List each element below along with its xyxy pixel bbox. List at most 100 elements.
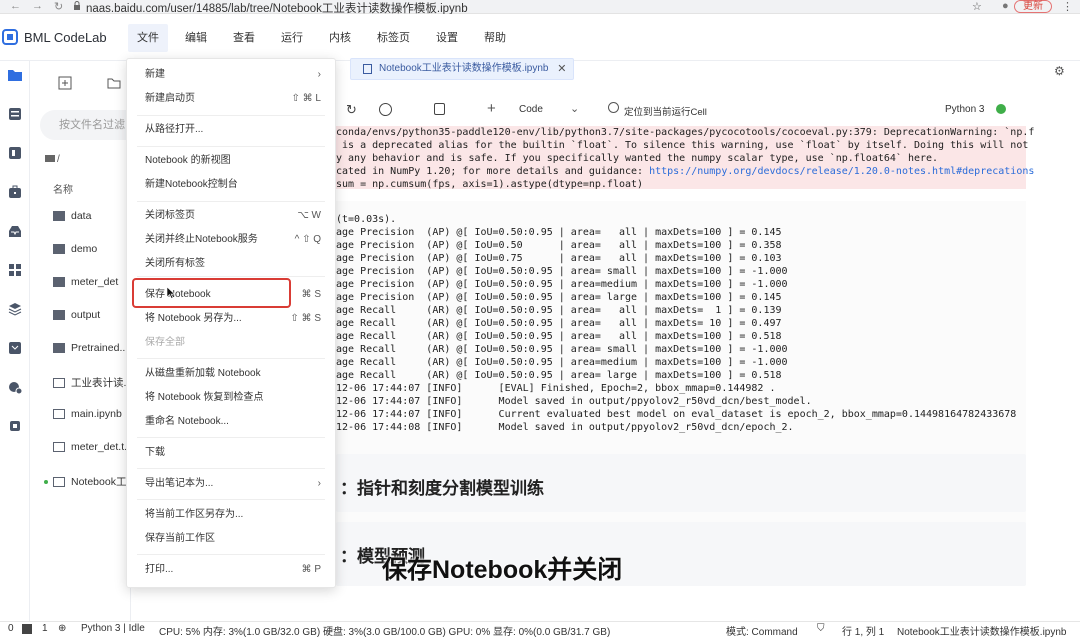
menu-item-new[interactable]: 新建 › — [127, 64, 335, 86]
chevron-down-icon[interactable]: ⌄ — [570, 102, 579, 115]
chevron-right-icon: › — [317, 69, 321, 80]
file-item[interactable]: data — [53, 210, 91, 228]
resource-usage: CPU: 5% 内存: 3%(1.0 GB/32.0 GB) 硬盘: 3%(3.… — [159, 627, 611, 638]
shortcut: ⇧ ⌘ L — [291, 93, 322, 104]
activity-rail — [0, 61, 30, 621]
breadcrumb[interactable]: / — [45, 154, 60, 165]
menu-tabs[interactable]: 标签页 — [368, 24, 419, 52]
menu-item-save-all: 保存全部 — [145, 337, 185, 348]
inbox-icon[interactable] — [7, 223, 23, 239]
text-file-icon — [53, 442, 65, 453]
status-count-b[interactable]: 1 — [42, 623, 48, 634]
menu-item-download[interactable]: 下载 — [127, 442, 335, 464]
file-item[interactable]: demo — [53, 243, 97, 261]
tab-notebook[interactable]: Notebook工业表计读数操作模板.ipynb ✕ — [350, 58, 574, 80]
file-item[interactable]: 工业表计读... — [53, 375, 132, 393]
new-folder-icon[interactable] — [107, 76, 121, 90]
menu-item-save-as[interactable]: 将 Notebook 另存为... ⇧ ⌘ S — [127, 308, 335, 330]
shortcut: ⌘ S — [301, 289, 321, 300]
menu-item-new-console[interactable]: 新建Notebook控制台 — [127, 174, 335, 196]
menu-item-close-and-shutdown[interactable]: 关闭并终止Notebook服务 ^ ⇧ Q — [127, 229, 335, 251]
menu-run[interactable]: 运行 — [272, 24, 312, 52]
file-item[interactable]: main.ipynb — [53, 408, 122, 426]
commands-icon[interactable] — [7, 145, 23, 161]
menu-item-save-workspace-as[interactable]: 将当前工作区另存为... — [127, 504, 335, 526]
running-icon[interactable] — [7, 106, 23, 122]
interrupt-icon[interactable] — [379, 103, 392, 116]
menu-item-new-launcher[interactable]: 新建启动页 ⇧ ⌘ L — [127, 88, 335, 110]
file-item[interactable]: meter_det.t... — [53, 441, 133, 459]
lock-icon — [74, 1, 80, 10]
menu-item-reload-from-disk[interactable]: 从磁盘重新加载 Notebook — [127, 363, 335, 385]
menu-settings[interactable]: 设置 — [427, 24, 467, 52]
shortcut: ^ ⇧ Q — [294, 234, 321, 245]
add-cell-icon[interactable]: + — [487, 100, 496, 117]
cursor-position[interactable]: 行 1, 列 1 — [842, 623, 884, 638]
menu-kernel[interactable]: 内核 — [320, 24, 360, 52]
menu-item-save-workspace[interactable]: 保存当前工作区 — [127, 528, 335, 550]
restart-kernel-icon[interactable]: ↻ — [346, 102, 357, 118]
menu-item-close-all[interactable]: 关闭所有标签 — [127, 253, 335, 275]
output-line: age Precision (AP) @[ IoU=0.50:0.95 | ar… — [336, 266, 788, 277]
menu-item-open-from-path[interactable]: 从路径打开... — [127, 119, 335, 141]
mode-indicator: 模式: Command — [726, 627, 798, 638]
markdown-cell[interactable]: ：指针和刻度分割模型训练 — [336, 454, 1026, 512]
notebook-tab-icon — [363, 64, 372, 74]
locate-icon[interactable] — [608, 102, 619, 113]
column-header-name[interactable]: 名称 — [53, 181, 73, 196]
folder-icon[interactable] — [7, 67, 23, 83]
output-line: age Recall (AR) @[ IoU=0.50:0.95 | area=… — [336, 370, 782, 381]
shortcut: ⌘ P — [301, 564, 321, 575]
cell-type-select[interactable]: Code — [519, 104, 543, 115]
file-item[interactable]: output — [53, 309, 100, 327]
menu-item-revert-to-checkpoint[interactable]: 将 Notebook 恢复到检查点 — [127, 387, 335, 409]
star-icon[interactable]: ☆ — [972, 0, 982, 13]
output-line: age Precision (AP) @[ IoU=0.50:0.95 | ar… — [336, 292, 782, 303]
profile-icon[interactable]: ● — [1002, 0, 1009, 12]
save-icon[interactable] — [434, 103, 445, 115]
folder-icon — [53, 277, 65, 288]
chip-icon[interactable] — [7, 418, 23, 434]
output-line: 12-06 17:44:07 [INFO] [EVAL] Finished, E… — [336, 383, 776, 394]
file-item[interactable]: Notebook工... — [44, 474, 135, 492]
output-line: age Precision (AP) @[ IoU=0.50:0.95 | ar… — [336, 227, 782, 238]
property-inspector-icon[interactable]: ⚙ — [1054, 64, 1065, 78]
menu-edit[interactable]: 编辑 — [176, 24, 216, 52]
new-launcher-icon[interactable] — [58, 76, 72, 90]
kernel-status[interactable]: Python 3 | Idle — [81, 623, 145, 634]
menu-view[interactable]: 查看 — [224, 24, 264, 52]
more-vert-icon[interactable]: ⋮ — [1062, 0, 1073, 13]
toolbox-icon[interactable] — [7, 184, 23, 200]
status-count-a[interactable]: 0 — [8, 623, 14, 634]
folder-icon — [53, 244, 65, 255]
kernel-name[interactable]: Python 3 — [945, 104, 984, 115]
file-menu-dropdown: 新建 › 新建启动页 ⇧ ⌘ L 从路径打开... Notebook 的新视图 新建… — [126, 58, 336, 588]
video-subtitle: 保存Notebook并关闭 — [382, 556, 623, 584]
terminal-icon — [22, 624, 32, 634]
back-icon[interactable]: ← — [10, 0, 21, 12]
reload-icon[interactable]: ↻ — [54, 0, 63, 13]
menu-separator — [137, 146, 325, 147]
file-item[interactable]: meter_det — [53, 276, 118, 294]
brand-name: BML CodeLab — [24, 30, 107, 45]
breadcrumb-path: / — [57, 154, 60, 165]
menu-item-rename[interactable]: 重命名 Notebook... — [127, 411, 335, 433]
close-icon[interactable]: ✕ — [557, 59, 566, 79]
menu-item-export-as[interactable]: 导出笔记本为... › — [127, 473, 335, 495]
menu-help[interactable]: 帮助 — [475, 24, 515, 52]
forward-icon[interactable]: → — [32, 0, 43, 12]
settings-add-icon[interactable] — [7, 379, 23, 395]
deprecation-link[interactable]: https://numpy.org/devdocs/release/1.20.0… — [649, 166, 1034, 177]
menu-item-close-tab[interactable]: 关闭标签页 ⌥ W — [127, 205, 335, 227]
layers-icon[interactable] — [7, 301, 23, 317]
extensions-icon[interactable] — [7, 262, 23, 278]
menu-item-new-view[interactable]: Notebook 的新视图 — [127, 150, 335, 172]
globe-icon: ⊕ — [58, 623, 67, 634]
collapse-icon[interactable] — [7, 340, 23, 356]
menu-file[interactable]: 文件 — [128, 24, 168, 52]
tab-bar: Notebook工业表计读数操作模板.ipynb ✕ ⚙ — [336, 58, 1065, 80]
locate-running-cell[interactable]: 定位到当前运行Cell — [624, 104, 707, 118]
update-button[interactable]: 更新 — [1014, 0, 1052, 13]
file-item[interactable]: Pretrained... — [53, 342, 128, 360]
menu-item-print[interactable]: 打印... ⌘ P — [127, 559, 335, 581]
